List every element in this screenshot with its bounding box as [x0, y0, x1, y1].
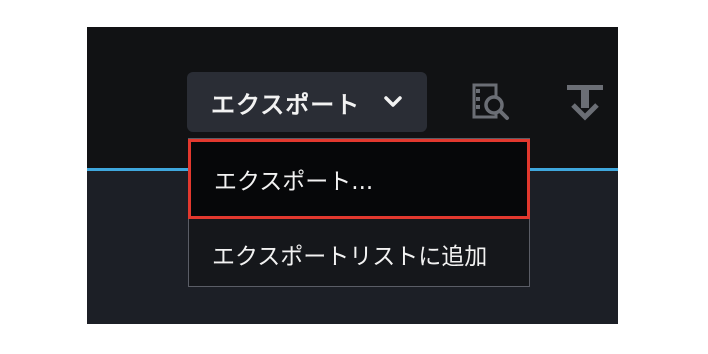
chevron-down-icon	[382, 91, 404, 113]
download-icon[interactable]	[563, 79, 609, 125]
search-clip-icon[interactable]	[470, 79, 516, 125]
export-button-label: エクスポート	[211, 90, 361, 119]
export-dropdown-menu: エクスポート... エクスポートリストに追加	[188, 138, 530, 287]
menu-item-export-label: エクスポート...	[214, 169, 374, 195]
export-dropdown-button[interactable]: エクスポート	[187, 72, 427, 132]
menu-item-export[interactable]: エクスポート...	[188, 139, 530, 219]
app-panel: エクスポート エクスポート... エクスポートリストに追加	[87, 27, 618, 324]
menu-item-add-to-export-list-label: エクスポートリストに追加	[212, 244, 488, 270]
menu-item-add-to-export-list[interactable]: エクスポートリストに追加	[189, 225, 529, 283]
